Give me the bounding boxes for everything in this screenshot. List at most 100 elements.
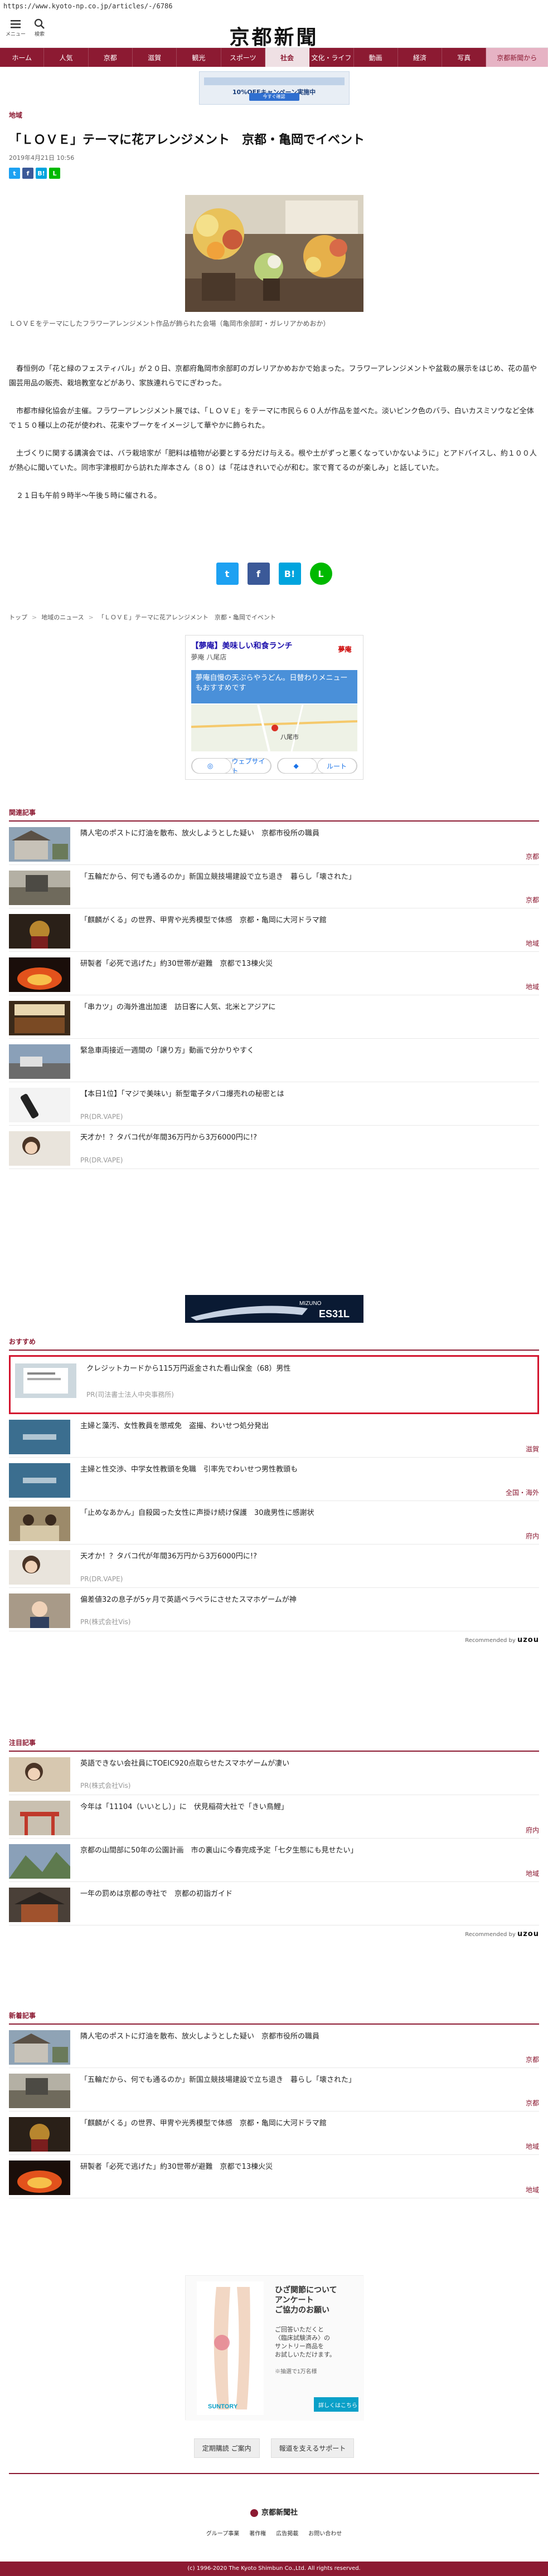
article-header: 地域 「ＬＯＶＥ」テーマに花アレンジメント 京都・亀岡でイベント 2019年4月… — [9, 110, 539, 179]
nav-item-from-kyoto-np[interactable]: 京都新聞から — [486, 48, 548, 67]
list-item[interactable]: 天才か！？タバコ代が年間36万円から3万6000円に!? PR(DR.VAPE) — [9, 1544, 539, 1588]
item-tag: 京都 — [525, 2056, 539, 2064]
nav-item-photo[interactable]: 写真 — [442, 48, 487, 67]
item-sponsor: PR(株式会社Vis) — [80, 1782, 131, 1790]
thumbnail — [9, 957, 70, 992]
address-bar[interactable]: https://www.kyoto-np.co.jp/articles/-/67… — [0, 0, 548, 14]
thumbnail — [9, 1593, 70, 1628]
list-item[interactable]: 偏差値32の息子が5ヶ月で英語ペラペラにさせたスマホゲームが神 PR(株式会社Vi… — [9, 1588, 539, 1631]
facebook-share-button[interactable]: f — [22, 168, 33, 179]
map-ad-subtitle: 夢庵 八尾店 — [191, 653, 227, 661]
line-share-button[interactable]: L — [49, 168, 60, 179]
nav-item-popular[interactable]: 人気 — [44, 48, 89, 67]
thumbnail — [9, 827, 70, 862]
list-item[interactable]: 隣人宅のポストに灯油を散布、放火しようとした疑い 京都市役所の職員 京都 — [9, 822, 539, 865]
footer-link[interactable]: 著作権 — [249, 2529, 266, 2537]
item-title: 隣人宅のポストに灯油を散布、放火しようとした疑い 京都市役所の職員 — [80, 2032, 320, 2041]
item-title: 「串カツ」の海外進出加速 訪日客に人気、北米とアジアに — [80, 1003, 276, 1011]
list-item[interactable]: 「麒麟がくる」の世界、甲冑や光秀模型で体感 京都・亀岡に大河ドラマ館 地域 — [9, 2111, 539, 2155]
mid-banner-ad[interactable]: MIZUNO ES31L — [185, 1295, 363, 1323]
list-item[interactable]: 天才か！？タバコ代が年間36万円から3万6000円に!? PR(DR.VAPE) — [9, 1126, 539, 1169]
website-button[interactable]: ◎ ウェブサイト — [191, 757, 271, 775]
list-item[interactable]: 京都の山間部に50年の公園計画 市の裏山に今春完成予定「七夕生態にも見せたい」地… — [9, 1839, 539, 1882]
article-paragraph: ２１日も午前９時半〜午後５時に催される。 — [9, 492, 162, 500]
item-sponsor: PR(DR.VAPE) — [80, 1113, 123, 1121]
ad-button[interactable]: 今すぐ確認 — [249, 93, 299, 101]
article-paragraph: 春恒例の「花と緑のフェスティバル」が２０日、京都府亀岡市余部町のガレリアかめおか… — [9, 365, 537, 388]
vape-photo — [9, 1088, 70, 1122]
suntory-ad-image: SUNTORY ひざ関節についてアンケートご協力のお願い ご回答いただくと〈臨床… — [185, 2276, 364, 2421]
list-item[interactable]: 今年は「11104（いいとし）」に 伏見稲荷大社で「きい鳥鯉」 府内 — [9, 1795, 539, 1839]
nav-item-sports[interactable]: スポーツ — [221, 48, 265, 67]
recommend-credit[interactable]: Recommended by uzou — [9, 1636, 539, 1644]
thumbnail — [9, 1844, 70, 1879]
list-item[interactable]: 主婦と藻汚、女性教員を懲戒免 盗撮、わいせつ処分発出 滋賀 — [9, 1414, 539, 1458]
twitter-share-button[interactable]: t — [216, 563, 239, 585]
nav-item-shiga[interactable]: 滋賀 — [133, 48, 177, 67]
list-item[interactable]: 「麒麟がくる」の世界、甲冑や光秀模型で体感 京都・亀岡に大河ドラマ館 地域 — [9, 908, 539, 952]
list-item[interactable]: 英語できない会社員にTOEIC920点取らせたスマホゲームが凄い PR(株式会社V… — [9, 1752, 539, 1795]
list-item[interactable]: 「五輪だから、何でも通るのか」新国立競技場建設で立ち退き 暮らし「壊された」 京都 — [9, 865, 539, 908]
nav-item-economy[interactable]: 経済 — [398, 48, 443, 67]
attention-credit[interactable]: Recommended by uzou — [9, 1930, 539, 1938]
uzou-logo: uzou — [517, 1930, 539, 1938]
thumbnail — [9, 1801, 70, 1835]
list-item[interactable]: 隣人宅のポストに灯油を散布、放火しようとした疑い 京都市役所の職員京都 — [9, 2025, 539, 2068]
company-name[interactable]: 京都新聞社 — [261, 2509, 298, 2517]
article-category[interactable]: 地域 — [9, 110, 539, 120]
footer-ad[interactable]: SUNTORY ひざ関節についてアンケートご協力のお願い ご回答いただくと〈臨床… — [185, 2275, 364, 2421]
line-share-button[interactable]: L — [309, 563, 332, 585]
nav-item-home[interactable]: ホーム — [0, 48, 45, 67]
hatena-share-button[interactable]: B! — [278, 563, 301, 585]
map-ad-title[interactable]: 【夢庵】美味しい和食ランチ — [191, 640, 293, 651]
nav-item-kyoto[interactable]: 京都 — [89, 48, 133, 67]
fire-photo — [9, 2160, 70, 2195]
mizuno-ad-image: MIZUNOES31L — [185, 1295, 363, 1323]
item-title: 偏差値32の息子が5ヶ月で英語ペラペラにさせたスマホゲームが神 — [80, 1596, 297, 1604]
item-tag: 府内 — [525, 1826, 539, 1834]
list-item[interactable]: 「止めなあかん」自殺図った女性に声掛け続け保護 30歳男性に感謝状 府内 — [9, 1501, 539, 1544]
nav-item-culture[interactable]: 文化・ライフ — [309, 48, 354, 67]
map-ad-map[interactable]: 八尾市 — [191, 704, 357, 752]
article-photo[interactable] — [185, 195, 363, 312]
route-button[interactable]: ◆ ルート — [277, 758, 357, 774]
hatena-share-button[interactable]: B! — [36, 168, 47, 179]
top-banner-ad[interactable]: 10%OFFキャンペーン実施中 今すぐ確認 — [198, 71, 350, 105]
nav-item-tourism[interactable]: 観光 — [177, 48, 221, 67]
list-item[interactable]: 「串カツ」の海外進出加速 訪日客に人気、北米とアジアに — [9, 995, 539, 1039]
twitter-share-button[interactable]: t — [9, 168, 20, 179]
item-title: 京都の山間部に50年の公園計画 市の裏山に今春完成予定「七夕生態にも見せたい」 — [80, 1846, 358, 1855]
list-item[interactable]: 【本日1位】「マジで美味い」新型電子タバコ爆売れの秘密とは PR(DR.VAPE) — [9, 1082, 539, 1126]
item-sponsor: PR(司法書士法人中央事務所) — [86, 1391, 174, 1399]
list-item[interactable]: 主婦と性交渉、中学女性教頭を免職 引率先でわいせつ男性教頭も 全国・海外 — [9, 1458, 539, 1501]
website-label: ウェブサイト — [231, 757, 271, 775]
list-item[interactable]: 研製者「必死で逃げた」約30世帯が避難 京都で13棟火災 地域 — [9, 952, 539, 995]
map-ad[interactable]: 【夢庵】美味しい和食ランチ 夢庵 八尾店 夢庵 夢庵自慢の天ぷらやうどん。日替わ… — [185, 635, 363, 780]
footer-link[interactable]: お問い合わせ — [308, 2529, 342, 2537]
list-item[interactable]: 一年の罰めは京都の寺社で 京都の初詣ガイド — [9, 1882, 539, 1925]
nav-item-video[interactable]: 動画 — [354, 48, 398, 67]
subscription-button[interactable]: 定期購読 ご案内 — [193, 2438, 260, 2458]
breadcrumb-section[interactable]: 地域のニュース — [41, 614, 84, 621]
footer-link[interactable]: 広告掲載 — [276, 2529, 298, 2537]
map-ad-body: 夢庵自慢の天ぷらやうどん。日替わりメニューもおすすめです — [191, 670, 357, 703]
breadcrumb-top[interactable]: トップ — [9, 614, 27, 621]
credit-label: Recommended by — [465, 1932, 516, 1938]
road-photo — [9, 1044, 70, 1079]
thumbnail — [9, 914, 70, 949]
ad-cta[interactable]: 詳しくはこちら — [318, 2402, 357, 2409]
list-item[interactable]: 「五輪だから、何でも通るのか」新国立競技場建設で立ち退き 暮らし「壊された」 京都 — [9, 2068, 539, 2111]
site-logo[interactable]: 京都新聞 — [0, 21, 548, 50]
nav-item-society[interactable]: 社会 — [265, 48, 310, 67]
item-title: 一年の罰めは京都の寺社で 京都の初詣ガイド — [80, 1890, 233, 1898]
item-title: 英語できない会社員にTOEIC920点取らせたスマホゲームが凄い — [80, 1759, 290, 1768]
list-item[interactable]: 緊急車両接近一週間の「譲り方」動画で分かりやすく — [9, 1039, 539, 1082]
item-tag: 地域 — [525, 1870, 539, 1878]
facebook-share-button[interactable]: f — [247, 563, 270, 585]
support-button[interactable]: 報道を支えるサポート — [270, 2438, 355, 2458]
footer-link[interactable]: グループ事業 — [206, 2529, 239, 2537]
highlighted-list-item[interactable]: クレジットカードから115万円返金された看山保金（68）男性 PR(司法書士法人中… — [9, 1355, 539, 1414]
thumbnail — [9, 1507, 70, 1541]
list-item[interactable]: 研製者「必死で逃げた」約30世帯が避難 京都で13棟火災 地域 — [9, 2155, 539, 2198]
thumbnail — [9, 2117, 70, 2152]
